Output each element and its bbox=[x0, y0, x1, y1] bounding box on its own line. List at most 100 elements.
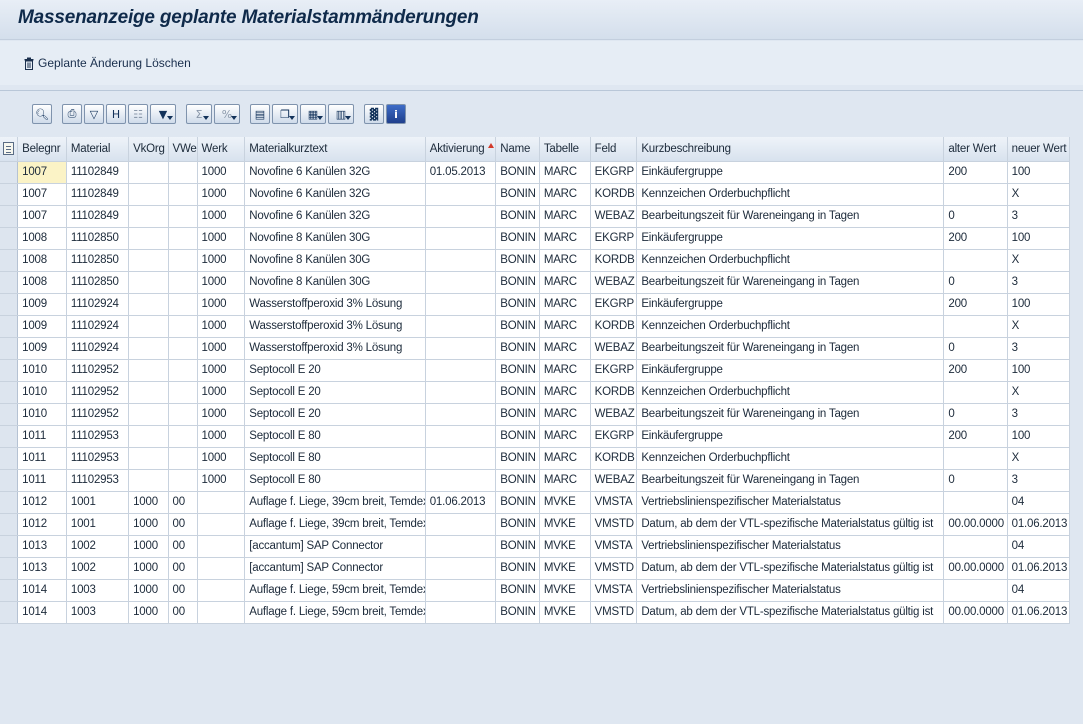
table-cell[interactable]: Wasserstoffperoxid 3% Lösung bbox=[244, 293, 426, 316]
table-cell[interactable]: VMSTD bbox=[590, 513, 638, 536]
table-row[interactable]: 1009 11102924 1000 Wasserstoffperoxid 3% Lö… bbox=[0, 337, 1071, 360]
table-cell[interactable]: 1000 bbox=[197, 425, 246, 448]
table-cell[interactable]: VMSTA bbox=[590, 535, 638, 558]
table-cell[interactable] bbox=[168, 337, 198, 360]
table-cell[interactable] bbox=[425, 227, 497, 250]
table-cell[interactable]: KORDB bbox=[590, 249, 638, 272]
row-selector[interactable] bbox=[0, 227, 19, 250]
table-cell[interactable]: BONIN bbox=[495, 447, 540, 470]
row-selector[interactable] bbox=[0, 205, 19, 228]
table-cell[interactable]: 1000 bbox=[197, 381, 246, 404]
table-cell[interactable]: Datum, ab dem der VTL-spezifische Materi… bbox=[636, 601, 945, 624]
table-cell[interactable]: BONIN bbox=[495, 381, 540, 404]
table-cell[interactable]: 1000 bbox=[128, 513, 169, 536]
row-selector[interactable] bbox=[0, 403, 19, 426]
table-cell[interactable]: BONIN bbox=[495, 535, 540, 558]
table-cell[interactable]: 1007 bbox=[17, 183, 67, 206]
table-cell[interactable]: 11102953 bbox=[66, 425, 130, 448]
table-cell[interactable]: 1000 bbox=[128, 601, 169, 624]
table-cell[interactable]: VMSTA bbox=[590, 491, 638, 514]
column-header[interactable]: Materialkurztext bbox=[244, 137, 426, 162]
table-cell[interactable]: MARC bbox=[539, 227, 591, 250]
table-cell[interactable]: BONIN bbox=[495, 601, 540, 624]
table-cell[interactable] bbox=[425, 205, 497, 228]
table-cell[interactable]: WEBAZ bbox=[590, 403, 638, 426]
table-cell[interactable]: 1000 bbox=[197, 293, 246, 316]
table-cell[interactable] bbox=[128, 359, 169, 382]
table-cell[interactable] bbox=[425, 579, 497, 602]
table-cell[interactable]: 1002 bbox=[66, 557, 130, 580]
table-cell[interactable]: X bbox=[1007, 315, 1071, 338]
table-cell[interactable]: Vertriebslinienspezifischer Materialstat… bbox=[636, 491, 945, 514]
table-cell[interactable] bbox=[168, 161, 198, 184]
table-cell[interactable] bbox=[425, 359, 497, 382]
table-cell[interactable] bbox=[168, 293, 198, 316]
table-cell[interactable]: X bbox=[1007, 183, 1071, 206]
table-cell[interactable]: 11102924 bbox=[66, 315, 130, 338]
table-cell[interactable] bbox=[425, 271, 497, 294]
table-cell[interactable]: 3 bbox=[1007, 337, 1071, 360]
table-cell[interactable]: 1000 bbox=[197, 447, 246, 470]
table-cell[interactable]: MARC bbox=[539, 469, 591, 492]
table-cell[interactable]: BONIN bbox=[495, 557, 540, 580]
view-icon[interactable]: ▤ bbox=[250, 104, 270, 124]
table-cell[interactable]: 1000 bbox=[197, 359, 246, 382]
table-cell[interactable]: Kennzeichen Orderbuchpflicht bbox=[636, 315, 945, 338]
table-cell[interactable]: 04 bbox=[1007, 579, 1071, 602]
table-cell[interactable]: 1012 bbox=[17, 513, 67, 536]
table-cell[interactable]: 1009 bbox=[17, 315, 67, 338]
table-cell[interactable]: BONIN bbox=[495, 491, 540, 514]
table-cell[interactable]: 200 bbox=[943, 293, 1008, 316]
table-cell[interactable]: 200 bbox=[943, 161, 1008, 184]
table-cell[interactable]: 1000 bbox=[128, 579, 169, 602]
column-header[interactable]: Belegnr bbox=[17, 137, 67, 162]
table-cell[interactable]: 00.00.0000 bbox=[943, 557, 1008, 580]
table-cell[interactable]: Novofine 6 Kanülen 32G bbox=[244, 183, 426, 206]
table-cell[interactable]: Auflage f. Liege, 39cm breit, Temdex bbox=[244, 491, 426, 514]
table-cell[interactable]: 1014 bbox=[17, 579, 67, 602]
table-cell[interactable]: 1011 bbox=[17, 425, 67, 448]
table-cell[interactable]: Novofine 8 Kanülen 30G bbox=[244, 227, 426, 250]
table-cell[interactable]: 1012 bbox=[17, 491, 67, 514]
subtotal-icon[interactable]: % bbox=[214, 104, 240, 124]
table-cell[interactable]: 00.00.0000 bbox=[943, 601, 1008, 624]
row-selector[interactable] bbox=[0, 183, 19, 206]
table-cell[interactable] bbox=[425, 381, 497, 404]
table-cell[interactable]: BONIN bbox=[495, 205, 540, 228]
table-row[interactable]: 1010 11102952 1000 Septocoll E 20 BONIN MARC W… bbox=[0, 403, 1071, 426]
table-cell[interactable]: 1000 bbox=[197, 315, 246, 338]
table-cell[interactable]: MARC bbox=[539, 447, 591, 470]
table-cell[interactable]: MARC bbox=[539, 403, 591, 426]
table-cell[interactable] bbox=[168, 315, 198, 338]
table-cell[interactable]: BONIN bbox=[495, 183, 540, 206]
table-cell[interactable]: BONIN bbox=[495, 513, 540, 536]
table-cell[interactable] bbox=[168, 403, 198, 426]
column-header[interactable]: VkOrg bbox=[128, 137, 169, 162]
table-cell[interactable]: 0 bbox=[943, 271, 1008, 294]
table-cell[interactable]: 11102924 bbox=[66, 293, 130, 316]
table-cell[interactable]: BONIN bbox=[495, 469, 540, 492]
table-cell[interactable] bbox=[168, 249, 198, 272]
table-cell[interactable]: EKGRP bbox=[590, 293, 638, 316]
table-cell[interactable] bbox=[128, 315, 169, 338]
table-row[interactable]: 1007 11102849 1000 Novofine 6 Kanülen 32G BO… bbox=[0, 205, 1071, 228]
table-row[interactable]: 1009 11102924 1000 Wasserstoffperoxid 3% Lö… bbox=[0, 293, 1071, 316]
table-cell[interactable]: BONIN bbox=[495, 271, 540, 294]
table-cell[interactable]: MVKE bbox=[539, 579, 591, 602]
table-cell[interactable]: 00 bbox=[168, 579, 198, 602]
table-cell[interactable] bbox=[425, 183, 497, 206]
table-cell[interactable] bbox=[128, 271, 169, 294]
table-cell[interactable] bbox=[943, 535, 1008, 558]
table-cell[interactable]: 1002 bbox=[66, 535, 130, 558]
table-row[interactable]: 1011 11102953 1000 Septocoll E 80 BONIN MARC W… bbox=[0, 469, 1071, 492]
table-cell[interactable]: 200 bbox=[943, 425, 1008, 448]
table-cell[interactable]: 100 bbox=[1007, 161, 1071, 184]
row-selector[interactable] bbox=[0, 271, 19, 294]
table-row[interactable]: 1009 11102924 1000 Wasserstoffperoxid 3% Lö… bbox=[0, 315, 1071, 338]
table-cell[interactable]: BONIN bbox=[495, 293, 540, 316]
table-cell[interactable]: 3 bbox=[1007, 205, 1071, 228]
table-cell[interactable]: MVKE bbox=[539, 535, 591, 558]
table-cell[interactable]: Bearbeitungszeit für Wareneingang in Tag… bbox=[636, 271, 945, 294]
row-selector[interactable] bbox=[0, 491, 19, 514]
table-cell[interactable] bbox=[128, 293, 169, 316]
